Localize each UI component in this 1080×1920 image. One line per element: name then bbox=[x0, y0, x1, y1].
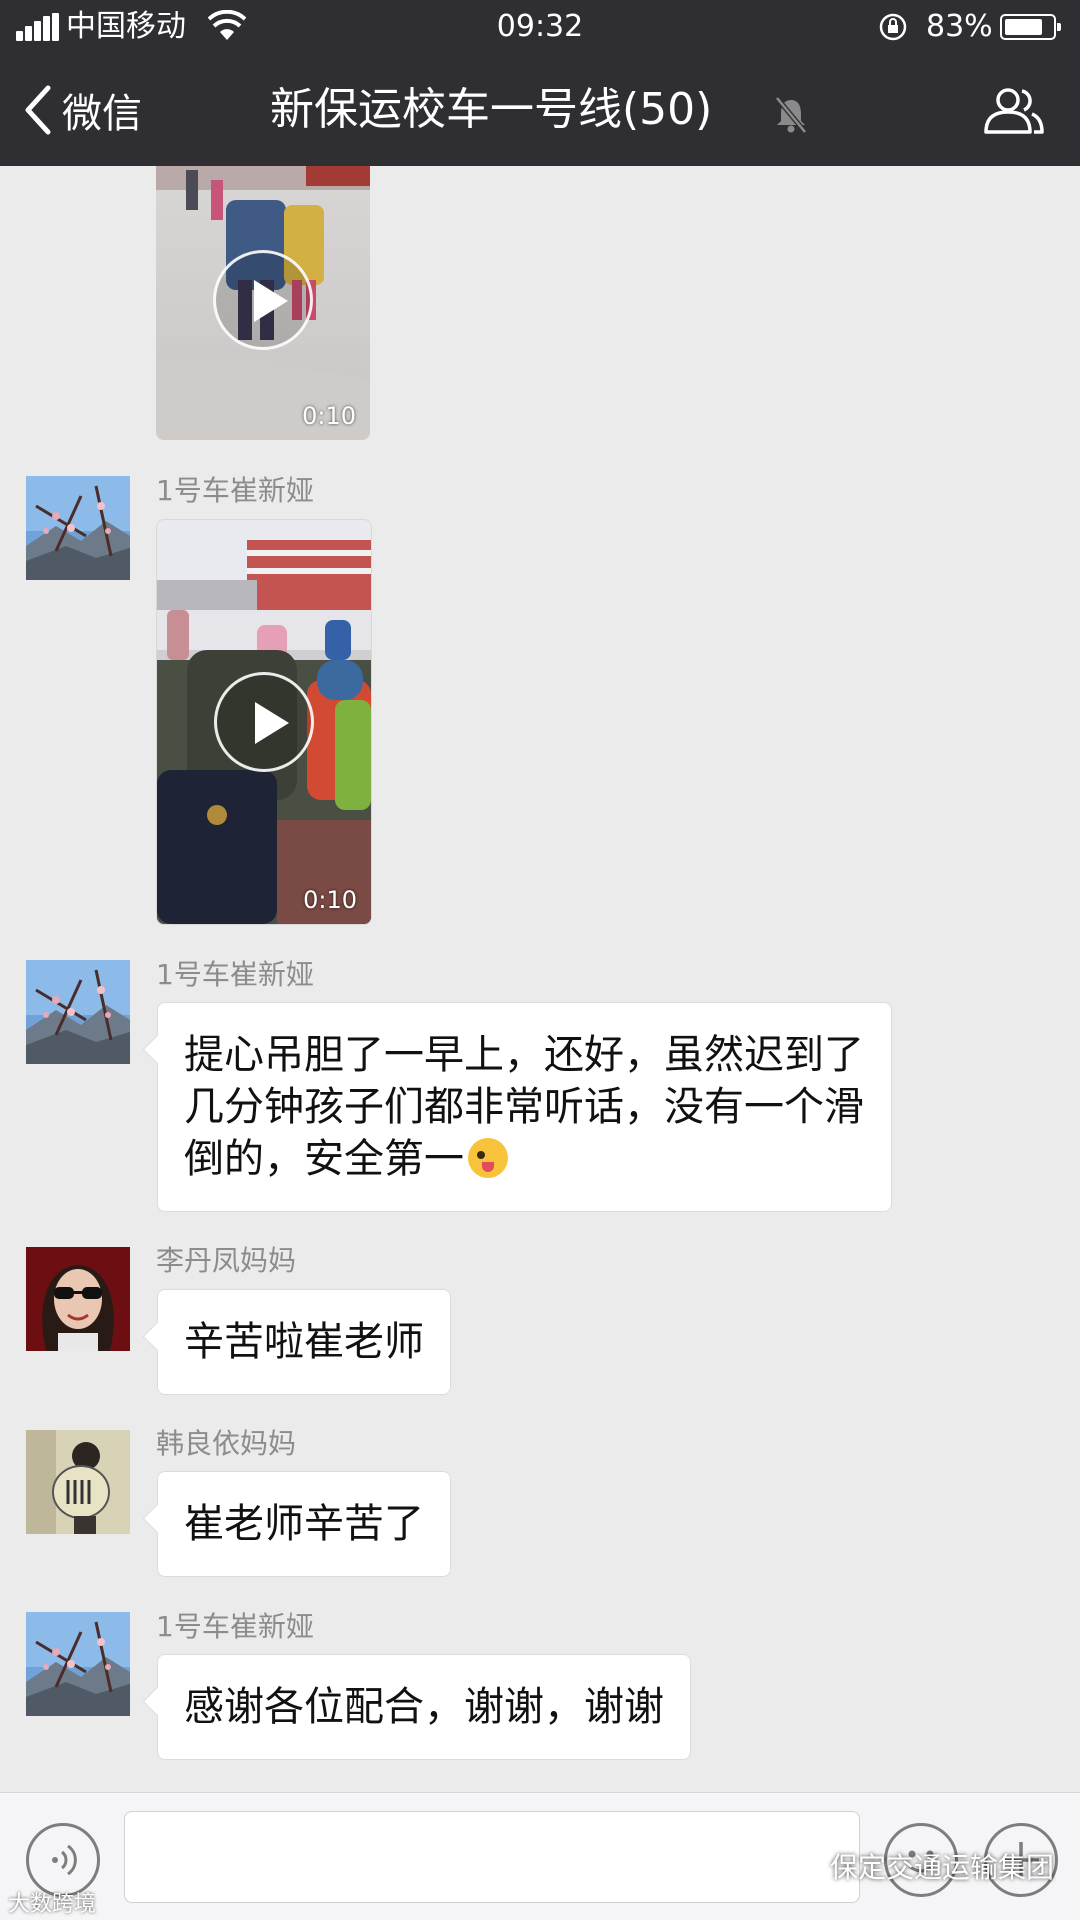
avatar[interactable] bbox=[26, 960, 130, 1064]
avatar[interactable] bbox=[26, 476, 130, 580]
sender-name: 1号车崔新娅 bbox=[156, 1610, 314, 1643]
rotation-lock-icon bbox=[879, 13, 907, 41]
watermark-text: 保定交通运输集团 bbox=[830, 1851, 1055, 1884]
message-text: 崔老师辛苦了 bbox=[184, 1501, 424, 1547]
message-text: 提心吊胆了一早上，还好，虽然迟到了几分钟孩子们都非常听话，没有一个滑倒的，安全第… bbox=[184, 1032, 864, 1182]
group-members-icon[interactable] bbox=[982, 86, 1046, 136]
sender-name: 韩良依妈妈 bbox=[156, 1427, 297, 1460]
message-bubble[interactable]: 辛苦啦崔老师 bbox=[157, 1289, 451, 1395]
sender-name: 李丹凤妈妈 bbox=[156, 1244, 297, 1277]
back-label: 微信 bbox=[62, 91, 142, 137]
voice-icon bbox=[52, 1844, 77, 1876]
message-text: 感谢各位配合，谢谢，谢谢 bbox=[184, 1684, 664, 1730]
corner-watermark: 大数跨境 bbox=[8, 1886, 96, 1918]
mute-bell-icon bbox=[775, 96, 807, 134]
sender-name: 1号车崔新娅 bbox=[156, 474, 314, 507]
chat-navigation-bar: 微信 新保运校车一号线(50) bbox=[0, 54, 1080, 166]
chat-title: 新保运校车一号线(50) bbox=[270, 84, 713, 135]
video-duration: 0:10 bbox=[302, 402, 356, 430]
status-time: 09:32 bbox=[496, 9, 584, 44]
avatar[interactable] bbox=[26, 1247, 130, 1351]
watermark: 保定交通运输集团 bbox=[790, 1846, 1054, 1886]
corner-watermark-text: 大数跨境 bbox=[8, 1892, 97, 1917]
message-text: 辛苦啦崔老师 bbox=[184, 1319, 424, 1365]
avatar[interactable] bbox=[26, 1430, 130, 1534]
message-bubble[interactable]: 提心吊胆了一早上，还好，虽然迟到了几分钟孩子们都非常听话，没有一个滑倒的，安全第… bbox=[157, 1002, 892, 1212]
battery-icon bbox=[1000, 14, 1061, 40]
status-bar: 中国移动 09:32 83% bbox=[0, 0, 1080, 54]
message-bubble[interactable]: 感谢各位配合，谢谢，谢谢 bbox=[157, 1654, 691, 1760]
back-button[interactable]: 微信 bbox=[22, 82, 142, 138]
wechat-logo-icon bbox=[791, 1855, 823, 1878]
message-bubble[interactable]: 崔老师辛苦了 bbox=[157, 1471, 451, 1577]
video-duration: 0:10 bbox=[303, 886, 357, 914]
battery-percentage: 83% bbox=[926, 9, 993, 44]
winking-tongue-emoji-icon bbox=[468, 1138, 508, 1178]
video-message[interactable]: 0:10 bbox=[156, 519, 372, 925]
chevron-left-icon bbox=[25, 85, 51, 135]
video-message[interactable]: 0:10 bbox=[156, 166, 370, 440]
play-icon bbox=[214, 672, 314, 772]
message-input[interactable] bbox=[124, 1811, 860, 1903]
sender-name: 1号车崔新娅 bbox=[156, 958, 314, 991]
chat-message-list[interactable]: 0:10 1号车崔新娅 0:10 1号车崔新娅 提心吊胆了一早上，还好，虽然迟到… bbox=[0, 166, 1080, 1792]
top-bar: 中国移动 09:32 83% 微信 新保运校车一号线(50) bbox=[0, 0, 1080, 166]
avatar[interactable] bbox=[26, 1612, 130, 1716]
play-icon bbox=[213, 250, 313, 350]
